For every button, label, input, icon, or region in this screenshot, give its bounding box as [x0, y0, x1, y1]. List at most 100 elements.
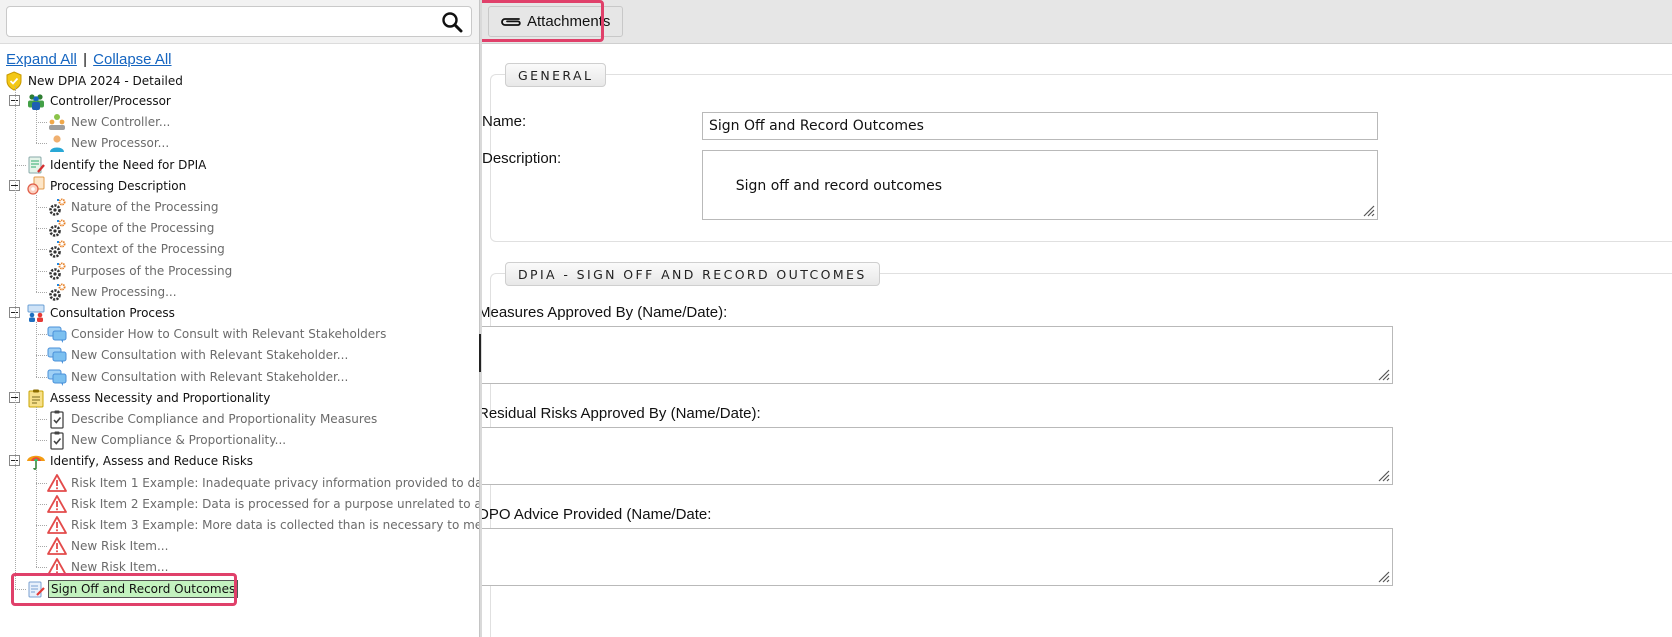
tree-controls: Expand All | Collapse All	[6, 51, 172, 68]
tree-node[interactable]: Assess Necessity and Proportionality	[26, 387, 272, 409]
resize-grip-icon[interactable]	[1376, 569, 1390, 583]
tree-child-node[interactable]: New Consultation with Relevant Stakehold…	[47, 366, 350, 388]
people-group-icon	[26, 91, 46, 111]
description-field[interactable]: Sign off and record outcomes	[702, 150, 1378, 220]
tree-node[interactable]: Identify, Assess and Reduce Risks	[26, 450, 255, 472]
tree-root[interactable]: New DPIA 2024 - Detailed	[4, 70, 185, 92]
tree-connector	[36, 291, 47, 293]
description-label: Description:	[482, 150, 562, 167]
signoff-field-input[interactable]	[482, 528, 1393, 586]
tree-node-label: New Processing...	[71, 284, 177, 299]
app-window: Expand All | Collapse All New DPIA 2024 …	[0, 0, 1672, 637]
tree-node-label: Identify, Assess and Reduce Risks	[50, 454, 254, 469]
tree-child-node[interactable]: New Consultation with Relevant Stakehold…	[47, 344, 350, 366]
signoff-field-input[interactable]	[482, 326, 1393, 384]
processor-icon	[47, 133, 67, 153]
tree-node-label: New Consultation with Relevant Stakehold…	[71, 348, 349, 363]
tree-child-node[interactable]: Describe Compliance and Proportionality …	[47, 408, 379, 430]
tree-node[interactable]: Sign Off and Record Outcomes	[26, 578, 239, 600]
tree-node-label: New Processor...	[71, 136, 170, 151]
tree-child-node[interactable]: New Risk Item...	[47, 556, 170, 578]
root	[4, 71, 24, 91]
attachments-button[interactable]: Attachments	[488, 6, 624, 37]
search-input[interactable]	[6, 6, 472, 37]
detail-panel: Attachments GENERAL Name: Sign Off and R…	[482, 0, 1672, 637]
tree-node-label: Assess Necessity and Proportionality	[50, 390, 271, 405]
tree-connector	[36, 322, 37, 377]
toolbar: Attachments	[482, 0, 1672, 44]
tree-node-label: Sign Off and Record Outcomes	[48, 579, 239, 598]
tree-node-label: Consultation Process	[50, 306, 175, 320]
tree-child-node[interactable]: Consider How to Consult with Relevant St…	[47, 323, 388, 345]
tree-view: New DPIA 2024 - Detailed Controller/Proce…	[0, 71, 480, 637]
tree-child-node[interactable]: New Processing...	[47, 281, 179, 303]
name-field[interactable]: Sign Off and Record Outcomes	[702, 112, 1378, 140]
tree-node-label: Purposes of the Processing	[71, 263, 233, 278]
search-bar	[0, 0, 480, 44]
tree-child-node[interactable]: Risk Item 1 Example: Inadequate privacy …	[47, 472, 480, 494]
tree-node-label: Risk Item 3 Example: More data is collec…	[71, 518, 480, 532]
tree-node-label: New Risk Item...	[71, 539, 169, 554]
splitter-grip[interactable]	[479, 334, 481, 372]
expand-all-link[interactable]: Expand All	[6, 51, 77, 68]
tree-connector	[36, 503, 47, 505]
chat-icon	[47, 367, 67, 387]
tree-connector	[36, 482, 47, 484]
tree-node-label: Scope of the Processing	[71, 221, 215, 236]
signoff-icon	[26, 579, 46, 599]
chat-icon	[47, 324, 67, 344]
warning-icon	[47, 494, 67, 514]
search-button[interactable]	[438, 8, 466, 35]
tree-connector	[15, 164, 26, 166]
checklist-icon	[47, 430, 67, 450]
tree-child-node[interactable]: Purposes of the Processing	[47, 260, 234, 282]
tree-node-label: New Controller...	[71, 115, 171, 130]
general-legend: GENERAL	[505, 63, 607, 87]
tree-connector	[36, 207, 47, 208]
tree-child-node[interactable]: New Risk Item...	[47, 535, 170, 557]
tree-node-label: Nature of the Processing	[71, 200, 219, 214]
tree-node-label: Identify the Need for DPIA	[50, 157, 207, 172]
tree-child-node[interactable]: Risk Item 2 Example: Data is processed f…	[47, 493, 480, 515]
signoff-legend: DPIA - SIGN OFF AND RECORD OUTCOMES	[505, 262, 880, 286]
clipboard-icon	[26, 388, 46, 408]
controller-icon	[47, 112, 67, 132]
tree-connector	[36, 406, 37, 441]
tree-node-label: New Risk Item...	[71, 560, 169, 575]
resize-grip-icon[interactable]	[1376, 367, 1390, 381]
signoff-field-label: Measures Approved By (Name/Date):	[482, 304, 728, 321]
tree-connector	[36, 525, 47, 526]
tree-node[interactable]: Processing Description	[26, 175, 188, 197]
tree-node[interactable]: Identify the Need for DPIA	[26, 154, 208, 176]
paperclip-icon	[499, 15, 523, 29]
tree-connector	[36, 567, 47, 569]
tree-node-label: Describe Compliance and Proportionality …	[71, 412, 378, 426]
search-icon	[442, 11, 463, 32]
processing-icon	[26, 176, 46, 196]
tree-node[interactable]: Consultation Process	[26, 302, 177, 324]
tree-child-node[interactable]: Risk Item 3 Example: More data is collec…	[47, 514, 480, 536]
tree-child-node[interactable]: New Processor...	[47, 132, 171, 154]
resize-grip-icon[interactable]	[1376, 468, 1390, 482]
signoff-field-label: DPO Advice Provided (Name/Date:	[482, 506, 712, 523]
tree-connector	[36, 334, 47, 336]
tree-child-node[interactable]: Scope of the Processing	[47, 217, 216, 239]
tree-node-label: Risk Item 2 Example: Data is processed f…	[71, 496, 480, 511]
warning-icon	[47, 473, 67, 493]
tree-child-node[interactable]: New Compliance & Proportionality...	[47, 429, 288, 451]
tree-connector	[36, 110, 37, 144]
tree-connector	[36, 376, 47, 378]
tree-node-label: Risk Item 1 Example: Inadequate privacy …	[71, 475, 480, 490]
signoff-field-input[interactable]	[482, 427, 1393, 485]
tree-connector	[36, 355, 47, 357]
tree-child-node[interactable]: Context of the Processing	[47, 238, 227, 260]
collapse-all-link[interactable]: Collapse All	[93, 51, 171, 68]
tree-child-node[interactable]: New Controller...	[47, 111, 172, 133]
chat-icon	[47, 345, 67, 365]
separator: |	[83, 51, 87, 68]
gear-icon	[47, 261, 67, 281]
resize-grip-icon[interactable]	[1361, 203, 1375, 217]
tree-child-node[interactable]: Nature of the Processing	[47, 196, 220, 218]
tree-node-label: Context of the Processing	[71, 242, 225, 257]
tree-node[interactable]: Controller/Processor	[26, 90, 173, 112]
